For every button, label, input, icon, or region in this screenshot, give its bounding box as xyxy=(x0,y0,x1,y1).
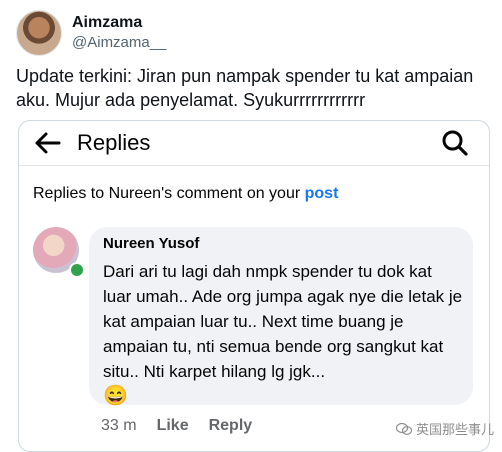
comment-author[interactable]: Nureen Yusof xyxy=(103,235,199,252)
like-button[interactable]: Like xyxy=(157,417,189,435)
tweet-handle[interactable]: @Aimzama__ xyxy=(72,33,166,53)
replies-header: Replies xyxy=(19,121,489,166)
comment-text: Dari ari tu lagi dah nmpk spender tu dok… xyxy=(103,259,463,409)
online-status-indicator xyxy=(69,262,85,278)
reply-button[interactable]: Reply xyxy=(209,417,253,435)
facebook-screenshot-card: Replies Replies to Nureen's comment on y… xyxy=(18,120,490,452)
tweet-display-name[interactable]: Aimzama xyxy=(72,13,166,33)
laughing-emoji-icon: 😄 xyxy=(103,385,128,407)
tweet-author-names: Aimzama @Aimzama__ xyxy=(72,13,166,53)
comment-bubble: Nureen Yusof Dari ari tu lagi dah nmpk s… xyxy=(89,227,473,407)
comment-actions: 33 m Like Reply xyxy=(101,417,252,435)
comment-timestamp: 33 m xyxy=(101,417,137,434)
tweet-text: Update terkini: Jiran pun nampak spender… xyxy=(16,66,474,110)
search-icon[interactable] xyxy=(441,129,469,157)
comment-body: Dari ari tu lagi dah nmpk spender tu dok… xyxy=(103,262,463,381)
watermark: 英国那些事儿 xyxy=(395,419,494,438)
watermark-text: 英国那些事儿 xyxy=(415,422,494,437)
tweet-header: Aimzama @Aimzama__ xyxy=(16,10,166,56)
replies-to-prefix: Replies to Nureen's comment on your xyxy=(33,185,305,202)
replies-to-line: Replies to Nureen's comment on your post xyxy=(33,185,338,203)
replies-title: Replies xyxy=(77,130,151,155)
post-link[interactable]: post xyxy=(305,185,339,202)
tweet-author-avatar[interactable] xyxy=(16,10,62,56)
back-arrow-icon[interactable] xyxy=(33,131,61,155)
wechat-icon xyxy=(395,422,412,435)
